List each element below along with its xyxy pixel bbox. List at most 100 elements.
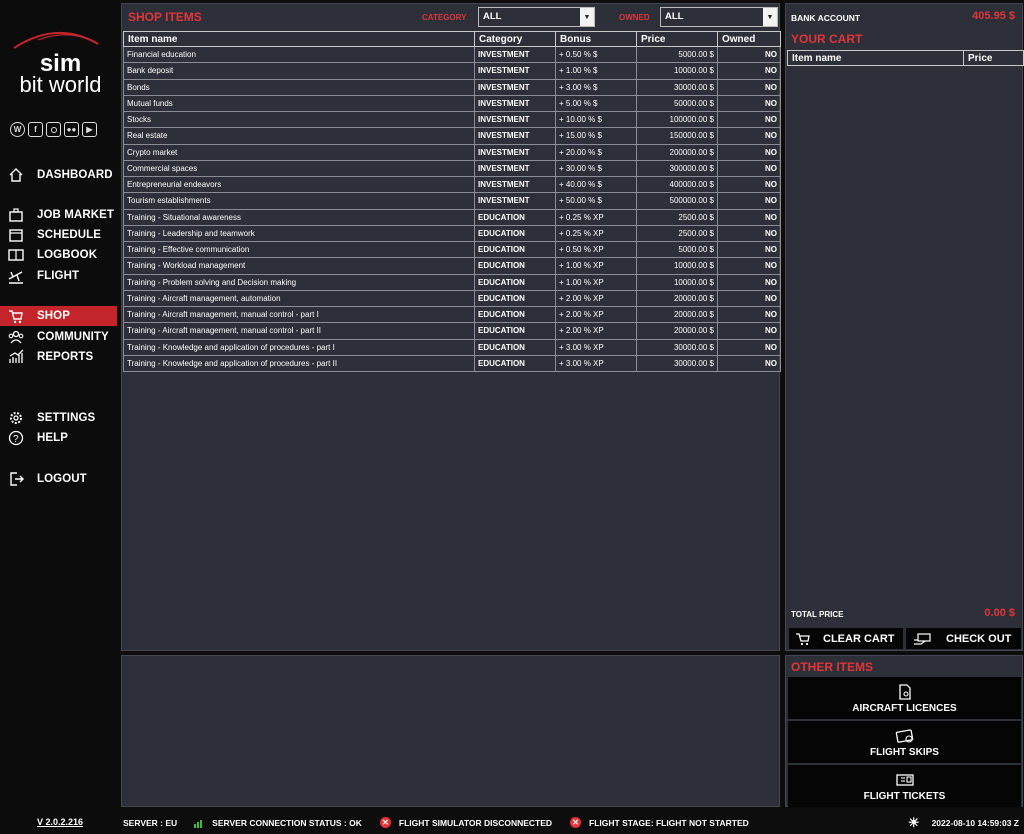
- cell-bonus: + 20.00 % $: [555, 143, 637, 161]
- cell-price: 30000.00 $: [636, 354, 718, 373]
- flight-stage-text: FLIGHT STAGE: FLIGHT NOT STARTED: [589, 817, 749, 828]
- cart-title: YOUR CART: [791, 32, 863, 46]
- column-header-item-name[interactable]: Item name: [787, 50, 964, 66]
- gear-icon: [8, 410, 24, 426]
- people-icon: [8, 329, 24, 345]
- table-row[interactable]: Training - Knowledge and application of …: [123, 354, 781, 373]
- cell-owned: NO: [717, 289, 781, 308]
- cell-price: 30000.00 $: [636, 338, 718, 356]
- cart-panel: BANK ACCOUNT 405.95 $ YOUR CART Item nam…: [785, 3, 1024, 651]
- column-header-category[interactable]: Category: [474, 31, 556, 47]
- table-row[interactable]: Crypto market INVESTMENT + 20.00 % $200000…: [123, 143, 781, 161]
- flight-tickets-button[interactable]: FLIGHT TICKETS: [788, 765, 1021, 807]
- calendar-icon: [8, 227, 24, 243]
- cell-owned: NO: [717, 127, 781, 145]
- cell-price: 10000.00 $: [636, 62, 718, 80]
- other-items-title: OTHER ITEMS: [791, 660, 874, 674]
- column-header-price[interactable]: Price: [963, 50, 1024, 66]
- cell-price: 100000.00 $: [636, 110, 718, 129]
- cart-clear-icon: [795, 632, 811, 646]
- cell-item-name: Training - Knowledge and application of …: [123, 354, 475, 373]
- facebook-icon[interactable]: f: [28, 122, 43, 137]
- flight-skips-button[interactable]: FLIGHT SKIPS: [788, 721, 1021, 763]
- cell-category: INVESTMENT: [474, 45, 556, 64]
- table-row[interactable]: Financial education INVESTMENT + 0.50 % $5…: [123, 45, 781, 64]
- cell-owned: NO: [717, 175, 781, 194]
- nav-shop[interactable]: SHOP: [0, 306, 117, 326]
- svg-text:?: ?: [13, 434, 19, 445]
- aircraft-licences-button[interactable]: AIRCRAFT LICENCES: [788, 677, 1021, 719]
- category-select[interactable]: ALL ▼: [478, 7, 595, 27]
- cell-price: 2500.00 $: [636, 224, 718, 243]
- nav-schedule[interactable]: SCHEDULE: [0, 225, 117, 245]
- cell-item-name: Training - Aircraft management, manual c…: [123, 305, 475, 324]
- total-price-value: 0.00 $: [984, 607, 1015, 619]
- table-row[interactable]: Commercial spaces INVESTMENT + 30.00 % $30…: [123, 159, 781, 178]
- table-row[interactable]: Training - Situational awareness EDUCATIO…: [123, 208, 781, 226]
- table-row[interactable]: Real estate INVESTMENT + 15.00 % $150000.0…: [123, 127, 781, 145]
- cell-item-name: Training - Aircraft management, automati…: [123, 289, 475, 308]
- cell-owned: NO: [717, 322, 781, 340]
- cell-category: EDUCATION: [474, 289, 556, 308]
- version-link[interactable]: V 2.0.2.216: [37, 817, 83, 827]
- table-row[interactable]: Training - Aircraft management, automati…: [123, 289, 781, 308]
- nav-logout[interactable]: LOGOUT: [0, 469, 117, 489]
- table-row[interactable]: Training - Effective communication EDUCAT…: [123, 240, 781, 259]
- chevron-down-icon[interactable]: ▼: [580, 8, 594, 26]
- table-row[interactable]: Tourism establishments INVESTMENT + 50.00 …: [123, 192, 781, 210]
- nav-settings[interactable]: SETTINGS: [0, 408, 117, 428]
- cell-owned: NO: [717, 143, 781, 161]
- nav-job-market[interactable]: JOB MARKET: [0, 205, 117, 225]
- nav-flight[interactable]: FLIGHT: [0, 266, 117, 286]
- cell-price: 5000.00 $: [636, 240, 718, 259]
- instagram-icon[interactable]: [46, 122, 61, 137]
- column-header-bonus[interactable]: Bonus: [555, 31, 637, 47]
- flight-stage-status: ✕ FLIGHT STAGE: FLIGHT NOT STARTED: [570, 817, 749, 828]
- cell-bonus: + 3.00 % XP: [555, 354, 637, 373]
- app-window: sim bit world W f ●● ▶ DASHBOARD JOB MAR…: [0, 0, 1024, 834]
- cell-price: 5000.00 $: [636, 45, 718, 64]
- cell-bonus: + 1.00 % XP: [555, 257, 637, 275]
- cell-category: INVESTMENT: [474, 110, 556, 129]
- nav-logbook[interactable]: LOGBOOK: [0, 245, 117, 265]
- cell-bonus: + 0.50 % $: [555, 45, 637, 64]
- nav-help[interactable]: ? HELP: [0, 428, 117, 448]
- nav-community[interactable]: COMMUNITY: [0, 327, 117, 347]
- table-row[interactable]: Training - Workload management EDUCATION +…: [123, 257, 781, 275]
- chevron-down-icon[interactable]: ▼: [763, 8, 777, 26]
- table-row[interactable]: Training - Knowledge and application of …: [123, 338, 781, 356]
- www-icon[interactable]: W: [10, 122, 25, 137]
- social-links: W f ●● ▶: [10, 122, 97, 137]
- column-header-price[interactable]: Price: [636, 31, 718, 47]
- table-row[interactable]: Stocks INVESTMENT + 10.00 % $100000.00 $ NO: [123, 110, 781, 129]
- column-header-item-name[interactable]: Item name: [123, 31, 475, 47]
- cell-price: 300000.00 $: [636, 159, 718, 178]
- check-out-button[interactable]: CHECK OUT: [906, 628, 1021, 649]
- table-row[interactable]: Training - Aircraft management, manual c…: [123, 322, 781, 340]
- table-row[interactable]: Bonds INVESTMENT + 3.00 % $30000.00 $ NO: [123, 78, 781, 96]
- youtube-icon[interactable]: ▶: [82, 122, 97, 137]
- cell-owned: NO: [717, 94, 781, 113]
- cell-item-name: Training - Workload management: [123, 257, 475, 275]
- nav-reports[interactable]: REPORTS: [0, 347, 117, 367]
- sun-icon: ☀: [907, 815, 920, 830]
- shop-items-body: Financial education INVESTMENT + 0.50 % $5…: [123, 45, 781, 373]
- cell-price: 2500.00 $: [636, 208, 718, 226]
- table-row[interactable]: Mutual funds INVESTMENT + 5.00 % $50000.00…: [123, 94, 781, 113]
- clear-cart-button[interactable]: CLEAR CART: [789, 628, 903, 649]
- cell-item-name: Tourism establishments: [123, 192, 475, 210]
- table-row[interactable]: Training - Aircraft management, manual c…: [123, 305, 781, 324]
- nav-label: SHOP: [37, 310, 70, 322]
- table-row[interactable]: Entrepreneurial endeavors INVESTMENT + 40.…: [123, 175, 781, 194]
- nav-label: REPORTS: [37, 351, 94, 363]
- discord-icon[interactable]: ●●: [64, 122, 79, 137]
- table-row[interactable]: Training - Leadership and teamwork EDUCAT…: [123, 224, 781, 243]
- logo-bitworld-text: bit world: [19, 72, 102, 97]
- nav-dashboard[interactable]: DASHBOARD: [0, 165, 117, 185]
- owned-select[interactable]: ALL ▼: [660, 7, 778, 27]
- table-row[interactable]: Bank deposit INVESTMENT + 1.00 % $10000.00…: [123, 62, 781, 80]
- cell-owned: NO: [717, 78, 781, 96]
- column-header-owned[interactable]: Owned: [717, 31, 781, 47]
- cell-category: INVESTMENT: [474, 192, 556, 210]
- table-row[interactable]: Training - Problem solving and Decision …: [123, 273, 781, 291]
